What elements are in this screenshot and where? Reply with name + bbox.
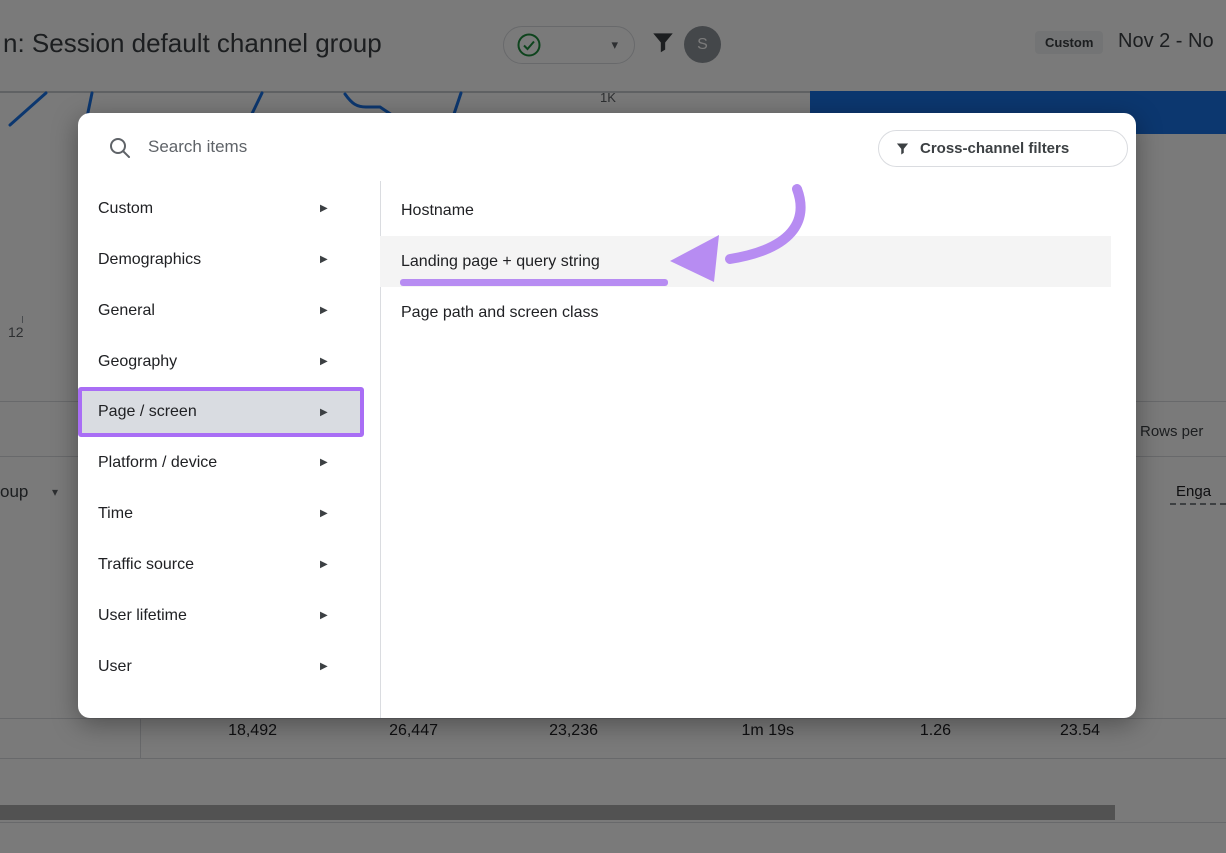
category-traffic-source[interactable]: Traffic source ▶ [78, 539, 380, 590]
dimension-hostname[interactable]: Hostname [380, 185, 1136, 236]
category-general[interactable]: General ▶ [78, 285, 380, 336]
filter-icon [895, 141, 910, 156]
chevron-right-icon: ▶ [320, 457, 328, 468]
category-platform-device[interactable]: Platform / device ▶ [78, 437, 380, 488]
chevron-right-icon: ▶ [320, 305, 328, 316]
cross-channel-filters-button[interactable]: Cross-channel filters [878, 130, 1128, 167]
dimension-picker-dialog: Cross-channel filters Custom ▶ Demograph… [78, 113, 1136, 718]
dimension-list: Hostname Landing page + query string Pag… [380, 185, 1136, 338]
annotation-underline [400, 279, 668, 286]
category-geography[interactable]: Geography ▶ [78, 336, 380, 387]
cross-channel-filters-label: Cross-channel filters [920, 140, 1069, 157]
chevron-right-icon: ▶ [320, 661, 328, 672]
category-custom[interactable]: Custom ▶ [78, 183, 380, 234]
chevron-right-icon: ▶ [320, 356, 328, 367]
chevron-right-icon: ▶ [320, 508, 328, 519]
search-input[interactable] [148, 130, 708, 164]
dialog-header: Cross-channel filters [78, 113, 1136, 181]
chevron-right-icon: ▶ [320, 203, 328, 214]
category-page-screen[interactable]: Page / screen ▶ [78, 387, 364, 437]
category-menu: Custom ▶ Demographics ▶ General ▶ Geogra… [78, 183, 380, 692]
chevron-right-icon: ▶ [320, 559, 328, 570]
category-time[interactable]: Time ▶ [78, 488, 380, 539]
category-user[interactable]: User ▶ [78, 641, 380, 692]
dimension-page-path-screen-class[interactable]: Page path and screen class [380, 287, 1136, 338]
search-icon [108, 136, 132, 160]
category-demographics[interactable]: Demographics ▶ [78, 234, 380, 285]
chevron-right-icon: ▶ [320, 407, 328, 418]
category-user-lifetime[interactable]: User lifetime ▶ [78, 590, 380, 641]
chevron-right-icon: ▶ [320, 610, 328, 621]
chevron-right-icon: ▶ [320, 254, 328, 265]
